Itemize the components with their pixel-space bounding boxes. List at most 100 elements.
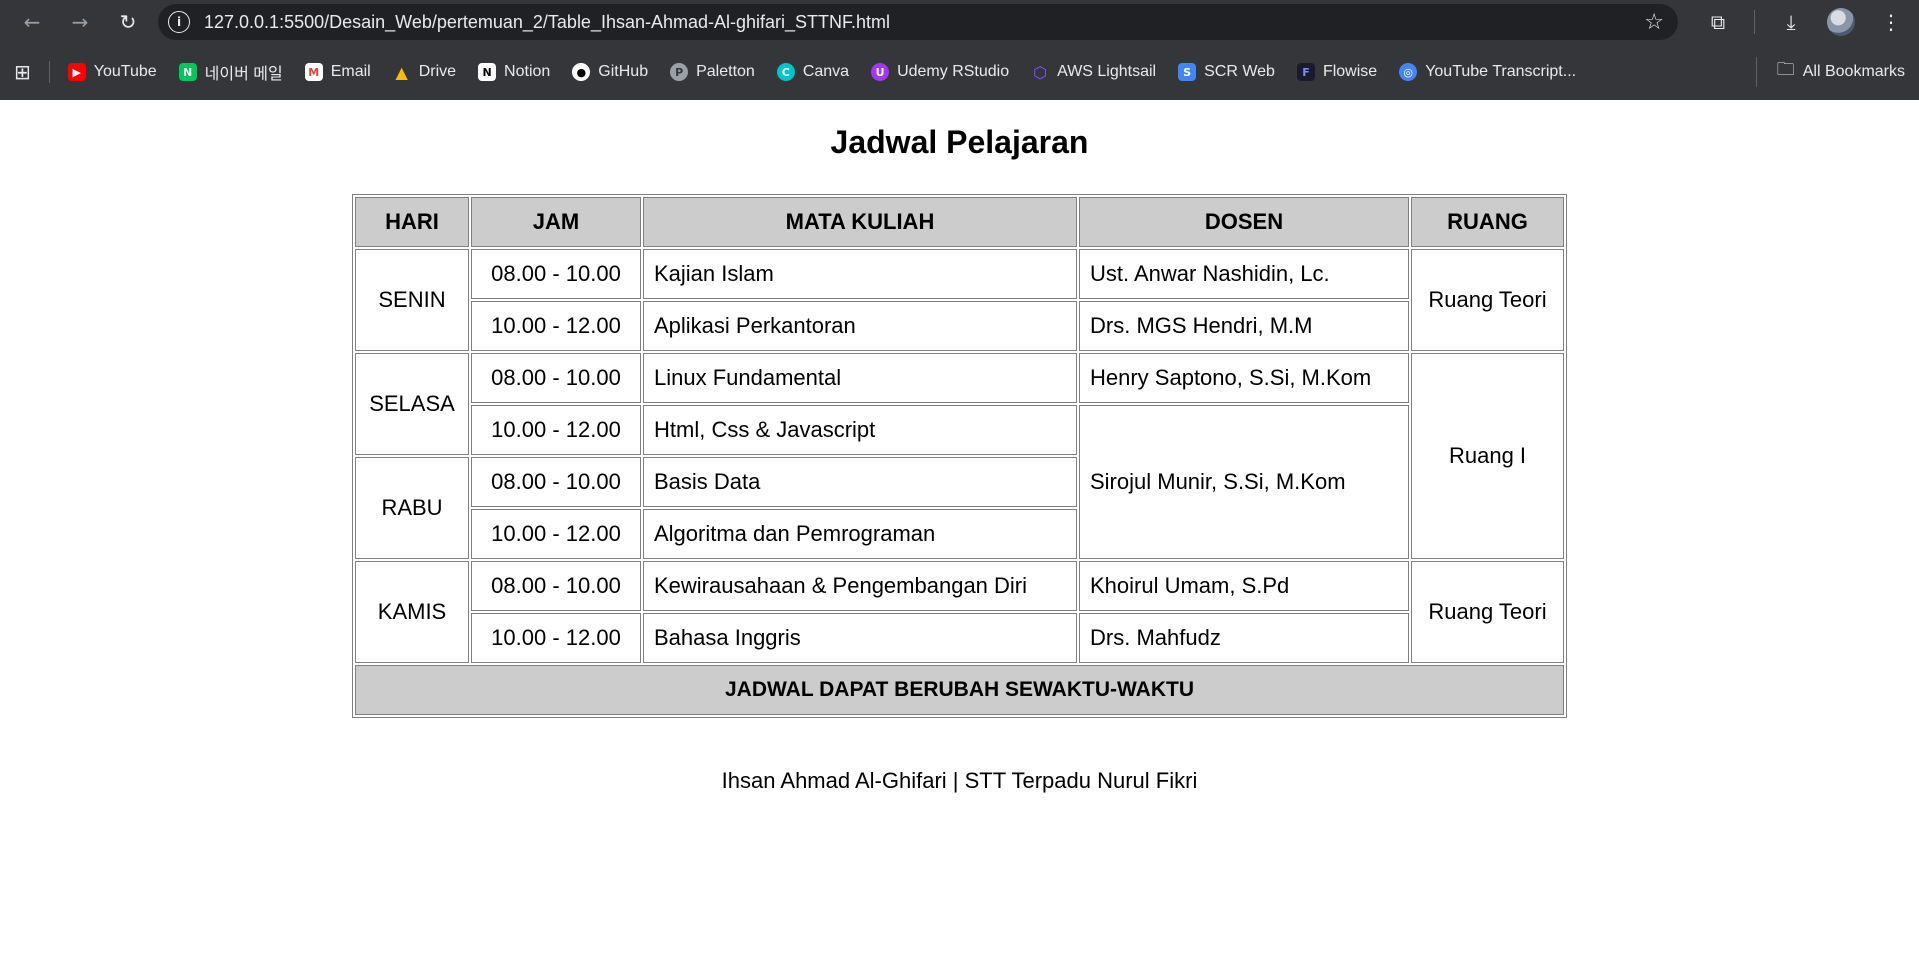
course-cell: Html, Css & Javascript (643, 405, 1077, 455)
naver-icon: N (178, 63, 197, 81)
bookmark-github[interactable]: ● GitHub (572, 63, 648, 81)
bookmark-label: SCR Web (1204, 63, 1275, 80)
arrow-left-icon: ← (23, 10, 41, 34)
day-cell: SENIN (355, 249, 469, 351)
gmail-icon: M (304, 63, 323, 81)
bookmark-label: Flowise (1322, 63, 1378, 80)
bookmark-aws-lightsail[interactable]: ⬡ AWS Lightsail (1031, 62, 1157, 82)
bookmarks-divider (48, 61, 50, 83)
course-cell: Kajian Islam (643, 249, 1077, 299)
bookmark-drive[interactable]: ▲ Drive (393, 62, 457, 82)
lecturer-cell: Khoirul Umam, S.Pd (1079, 561, 1409, 611)
reload-icon: ↻ (119, 10, 137, 34)
table-header-row: HARI JAM MATA KULIAH DOSEN RUANG (355, 197, 1564, 247)
footer-credit: Ihsan Ahmad Al-Ghifari | STT Terpadu Nur… (721, 768, 1198, 793)
bookmark-paletton[interactable]: P Paletton (670, 63, 755, 81)
reload-button[interactable]: ↻ (106, 2, 150, 42)
bookmark-scr-web[interactable]: S SCR Web (1178, 63, 1275, 81)
bookmark-label: 네이버 메일 (204, 66, 283, 83)
schedule-table: HARI JAM MATA KULIAH DOSEN RUANG SENIN 0… (352, 194, 1567, 718)
folder-icon: 🗀 (1776, 59, 1795, 80)
day-cell: RABU (355, 457, 469, 559)
lecturer-cell: Drs. Mahfudz (1079, 613, 1409, 663)
drive-icon: ▲ (395, 62, 408, 82)
lecturer-cell: Drs. MGS Hendri, M.M (1079, 301, 1409, 351)
extensions-icon[interactable]: ⧉ (1704, 10, 1732, 34)
transcript-icon: ◎ (1399, 63, 1418, 81)
github-icon: ● (572, 63, 591, 81)
room-cell: Ruang Teori (1411, 561, 1564, 663)
udemy-icon: U (871, 63, 890, 81)
bookmark-label: Canva (802, 63, 850, 80)
day-cell: SELASA (355, 353, 469, 455)
room-cell: Ruang Teori (1411, 249, 1564, 351)
paletton-icon: P (670, 63, 689, 81)
forward-button[interactable]: → (58, 2, 102, 42)
time-cell: 10.00 - 12.00 (471, 509, 641, 559)
bookmark-label: Email (330, 63, 371, 80)
notion-icon: N (478, 63, 497, 81)
bookmark-notion[interactable]: N Notion (478, 63, 550, 81)
browser-toolbar: ← → ↻ i 127.0.0.1:5500/Desain_Web/pertem… (0, 0, 1919, 44)
arrow-right-icon: → (71, 10, 89, 34)
apps-grid-icon[interactable]: ⊞ (14, 60, 31, 84)
time-cell: 10.00 - 12.00 (471, 613, 641, 663)
header-ruang: RUANG (1411, 197, 1564, 247)
info-icon[interactable]: i (168, 11, 190, 33)
room-cell: Ruang I (1411, 353, 1564, 559)
lecturer-cell: Ust. Anwar Nashidin, Lc. (1079, 249, 1409, 299)
lecturer-cell: Sirojul Munir, S.Si, M.Kom (1079, 405, 1409, 559)
bookmark-label: YouTube (93, 63, 157, 80)
scr-icon: S (1178, 63, 1197, 81)
address-bar[interactable]: i 127.0.0.1:5500/Desain_Web/pertemuan_2/… (158, 4, 1678, 40)
menu-dots-icon[interactable]: ⋮ (1877, 10, 1905, 34)
time-cell: 10.00 - 12.00 (471, 301, 641, 351)
time-cell: 08.00 - 10.00 (471, 249, 641, 299)
bookmark-label: Drive (418, 63, 457, 80)
bookmark-naver-mail[interactable]: N 네이버 메일 (178, 60, 283, 84)
bookmark-youtube-transcript[interactable]: ◎ YouTube Transcript... (1399, 63, 1576, 81)
bookmark-label: GitHub (598, 63, 649, 80)
youtube-icon: ▶ (67, 63, 86, 81)
download-icon[interactable]: ⤓ (1777, 10, 1805, 34)
table-row: 10.00 - 12.00 Html, Css & Javascript Sir… (355, 405, 1564, 559)
back-button[interactable]: ← (10, 2, 54, 42)
bookmark-youtube[interactable]: ▶ YouTube (67, 63, 157, 81)
schedule-note: JADWAL DAPAT BERUBAH SEWAKTU-WAKTU (355, 665, 1564, 715)
table-footer-row: JADWAL DAPAT BERUBAH SEWAKTU-WAKTU (355, 665, 1564, 715)
toolbar-divider (1754, 10, 1755, 34)
table-row: 10.00 - 12.00 Bahasa Inggris Drs. Mahfud… (355, 613, 1564, 663)
all-bookmarks-button[interactable]: 🗀 All Bookmarks (1755, 57, 1905, 87)
course-cell: Aplikasi Perkantoran (643, 301, 1077, 351)
header-mata-kuliah: MATA KULIAH (643, 197, 1077, 247)
flowise-icon: F (1296, 63, 1315, 81)
time-cell: 08.00 - 10.00 (471, 457, 641, 507)
table-row: SELASA 08.00 - 10.00 Linux Fundamental H… (355, 353, 1564, 559)
course-cell: Linux Fundamental (643, 353, 1077, 403)
aws-icon: ⬡ (1033, 62, 1048, 82)
time-cell: 08.00 - 10.00 (471, 561, 641, 611)
bookmark-label: Udemy RStudio (897, 63, 1010, 80)
bookmark-canva[interactable]: C Canva (776, 63, 850, 81)
course-cell: Bahasa Inggris (643, 613, 1077, 663)
bookmark-email[interactable]: M Email (304, 63, 371, 81)
canva-icon: C (776, 63, 795, 81)
time-cell: 08.00 - 10.00 (471, 353, 641, 403)
all-bookmarks-label: All Bookmarks (1802, 63, 1905, 80)
table-row: KAMIS 08.00 - 10.00 Kewirausahaan & Peng… (355, 561, 1564, 663)
time-cell: 10.00 - 12.00 (471, 405, 641, 455)
bookmark-udemy[interactable]: U Udemy RStudio (871, 63, 1009, 81)
bookmark-label: Notion (504, 63, 551, 80)
profile-avatar[interactable] (1827, 8, 1855, 36)
bookmark-label: AWS Lightsail (1057, 63, 1157, 80)
bookmark-label: Paletton (696, 63, 755, 80)
page-title: Jadwal Pelajaran (830, 124, 1089, 160)
url-text[interactable]: 127.0.0.1:5500/Desain_Web/pertemuan_2/Ta… (204, 12, 1644, 33)
bookmark-flowise[interactable]: F Flowise (1296, 63, 1378, 81)
star-icon[interactable]: ☆ (1644, 10, 1664, 35)
lecturer-cell: Henry Saptono, S.Si, M.Kom (1079, 353, 1409, 403)
bookmark-label: YouTube Transcript... (1425, 63, 1577, 80)
course-cell: Kewirausahaan & Pengembangan Diri (643, 561, 1077, 611)
table-row: SENIN 08.00 - 10.00 Kajian Islam Ust. An… (355, 249, 1564, 351)
page-content: Jadwal Pelajaran HARI JAM MATA KULIAH DO… (0, 100, 1919, 966)
